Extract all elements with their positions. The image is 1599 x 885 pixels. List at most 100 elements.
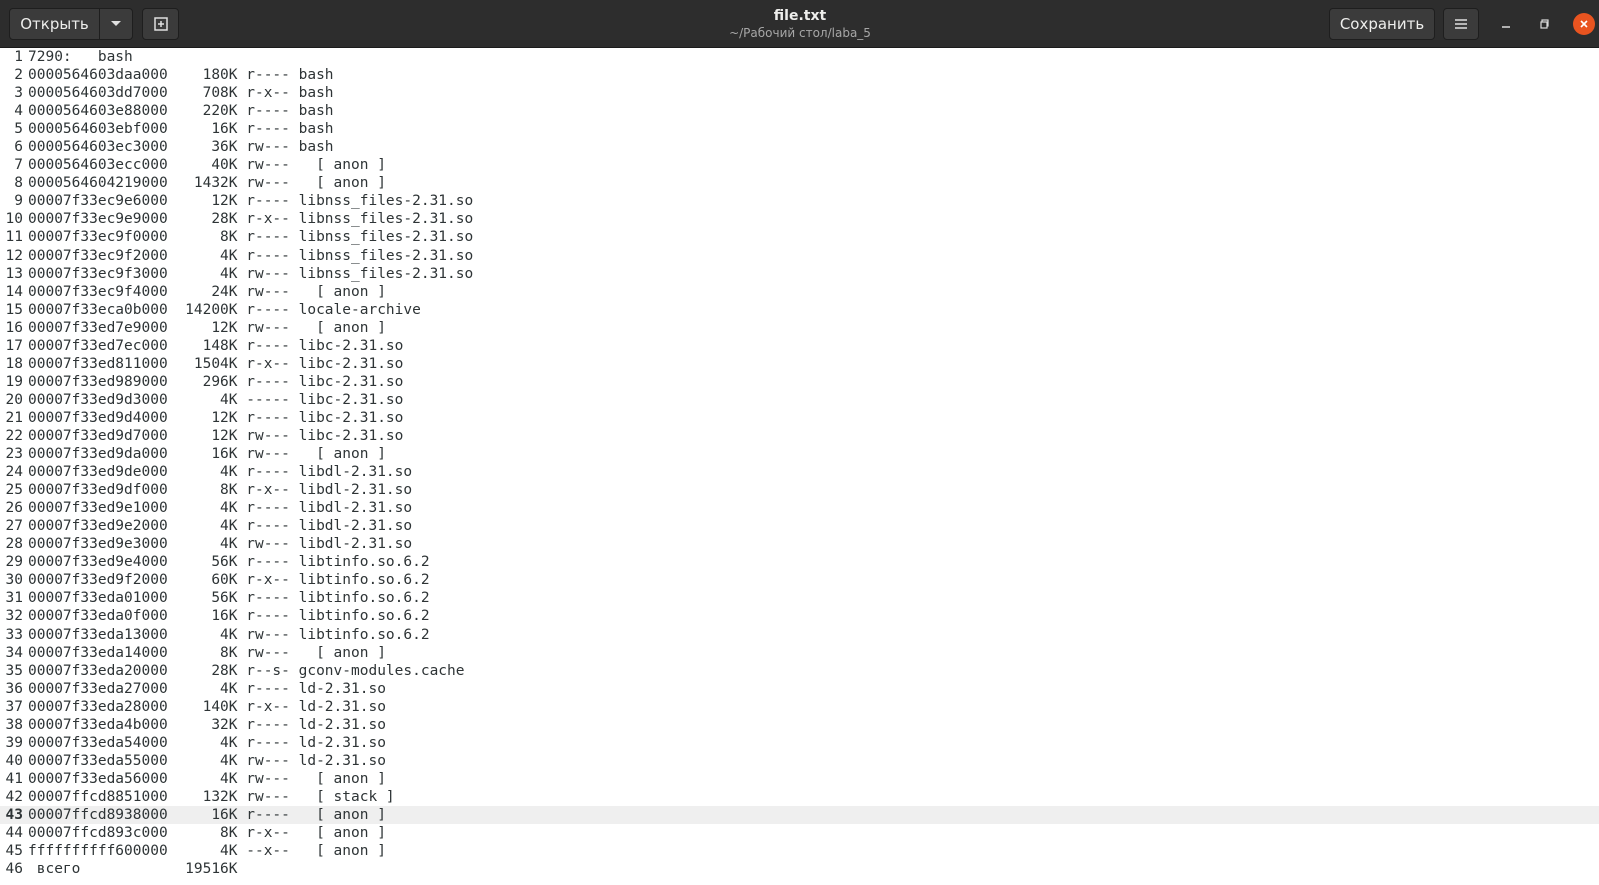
line-number: 24 [5,464,23,481]
line-number: 28 [5,536,23,553]
line-number: 9 [14,193,23,210]
text-line[interactable]: 28 00007f33ed9e3000 4K rw--- libdl-2.31.s… [0,535,1599,553]
line-number: 13 [5,265,23,282]
line-number: 29 [5,554,23,571]
close-icon [1580,20,1588,28]
text-line[interactable]: 35 00007f33eda20000 28K r--s- gconv-modul… [0,662,1599,680]
text-line[interactable]: 26 00007f33ed9e1000 4K r---- libdl-2.31.s… [0,499,1599,517]
text-editor[interactable]: 1 7290: bash 2 0000564603daa000 180K r---- … [0,48,1599,885]
text-line[interactable]: 1 7290: bash [0,48,1599,66]
line-text: 00007f33ed9d7000 12K rw--- libc-2.31.so [28,427,404,444]
line-text: 0000564604219000 1432K rw--- [ anon ] [28,175,386,192]
text-line[interactable]: 3 0000564603dd7000 708K r-x-- bash [0,84,1599,102]
text-line[interactable]: 17 00007f33ed7ec000 148K r---- libc-2.31.… [0,337,1599,355]
text-line[interactable]: 24 00007f33ed9de000 4K r---- libdl-2.31.s… [0,463,1599,481]
line-text: 00007f33eda4b000 32K r---- ld-2.31.so [28,716,386,733]
line-number: 35 [5,662,23,679]
text-line[interactable]: 39 00007f33eda54000 4K r---- ld-2.31.so [0,734,1599,752]
text-line[interactable]: 30 00007f33ed9f2000 60K r-x-- libtinfo.so… [0,571,1599,589]
line-text: 0000564603ecc000 40K rw--- [ anon ] [28,157,386,174]
line-number: 19 [5,373,23,390]
close-button[interactable] [1573,13,1595,35]
text-line[interactable]: 37 00007f33eda28000 140K r-x-- ld-2.31.so [0,698,1599,716]
line-number: 45 [5,843,23,860]
line-text: 00007f33ed9e3000 4K rw--- libdl-2.31.so [28,536,413,553]
text-line[interactable]: 46 всего 19516K [0,860,1599,878]
text-line[interactable]: 7 0000564603ecc000 40K rw--- [ anon ] [0,156,1599,174]
text-line[interactable]: 5 0000564603ebf000 16K r---- bash [0,120,1599,138]
line-number: 25 [5,482,23,499]
document-path: ~/Рабочий стол/laba_5 [729,26,871,40]
text-line[interactable]: 40 00007f33eda55000 4K rw--- ld-2.31.so [0,752,1599,770]
text-line[interactable]: 15 00007f33eca0b000 14200K r---- locale-a… [0,301,1599,319]
line-text: 00007f33ed9d3000 4K ----- libc-2.31.so [28,391,404,408]
current-line[interactable]: 43 00007ffcd8938000 16K r---- [ anon ] [0,805,1599,825]
save-button[interactable]: Сохранить [1329,8,1435,40]
text-line[interactable]: 44 00007ffcd893c000 8K r-x-- [ anon ] [0,824,1599,842]
line-text: 00007f33ed7e9000 12K rw--- [ anon ] [28,319,386,336]
line-text: 00007f33ec9e6000 12K r---- libnss_files-… [28,193,474,210]
line-number: 27 [5,518,23,535]
text-line[interactable]: 12 00007f33ec9f2000 4K r---- libnss_files… [0,247,1599,265]
line-number: 44 [5,825,23,842]
text-line[interactable]: 42 00007ffcd8851000 132K rw--- [ stack ] [0,788,1599,806]
line-text: 00007f33ed7ec000 148K r---- libc-2.31.so [28,337,404,354]
line-text: 00007f33ec9f2000 4K r---- libnss_files-2… [28,247,474,264]
text-line[interactable]: 4 0000564603e88000 220K r---- bash [0,102,1599,120]
text-line[interactable]: 38 00007f33eda4b000 32K r---- ld-2.31.so [0,716,1599,734]
maximize-button[interactable] [1534,13,1556,35]
line-number: 38 [5,716,23,733]
line-number: 16 [5,319,23,336]
text-line[interactable]: 13 00007f33ec9f3000 4K rw--- libnss_files… [0,265,1599,283]
minimize-button[interactable] [1495,13,1517,35]
text-line[interactable]: 31 00007f33eda01000 56K r---- libtinfo.so… [0,589,1599,607]
open-dropdown-button[interactable] [99,8,133,40]
line-number: 14 [5,283,23,300]
text-line[interactable]: 19 00007f33ed989000 296K r---- libc-2.31.… [0,373,1599,391]
text-line[interactable]: 2 0000564603daa000 180K r---- bash [0,66,1599,84]
line-number: 34 [5,644,23,661]
line-number: 23 [5,446,23,463]
line-text: 00007f33ed9f2000 60K r-x-- libtinfo.so.6… [28,572,430,589]
open-button[interactable]: Открыть [9,8,100,40]
text-line[interactable]: 21 00007f33ed9d4000 12K r---- libc-2.31.s… [0,409,1599,427]
line-text: 00007ffcd8938000 16K r---- [ anon ] [28,806,386,823]
new-document-button[interactable] [142,8,179,40]
line-text: всего 19516K [28,861,238,878]
line-number: 6 [14,139,23,156]
text-line[interactable]: 33 00007f33eda13000 4K rw--- libtinfo.so.… [0,626,1599,644]
line-text: 0000564603ec3000 36K rw--- bash [28,139,334,156]
text-line[interactable]: 11 00007f33ec9f0000 8K r---- libnss_files… [0,228,1599,246]
text-line[interactable]: 16 00007f33ed7e9000 12K rw--- [ anon ] [0,319,1599,337]
text-line[interactable]: 25 00007f33ed9df000 8K r-x-- libdl-2.31.s… [0,481,1599,499]
save-button-label: Сохранить [1339,15,1425,33]
text-line[interactable]: 20 00007f33ed9d3000 4K ----- libc-2.31.so [0,391,1599,409]
line-number: 3 [14,85,23,102]
text-line[interactable]: 6 0000564603ec3000 36K rw--- bash [0,138,1599,156]
line-number: 46 [5,861,23,878]
text-line[interactable]: 9 00007f33ec9e6000 12K r---- libnss_files… [0,192,1599,210]
line-text: 00007f33ed9df000 8K r-x-- libdl-2.31.so [28,482,413,499]
text-line[interactable]: 45 ffffffffff600000 4K --x-- [ anon ] [0,842,1599,860]
text-line[interactable]: 36 00007f33eda27000 4K r---- ld-2.31.so [0,680,1599,698]
line-text: 00007f33eda14000 8K rw--- [ anon ] [28,644,386,661]
text-line[interactable]: 8 0000564604219000 1432K rw--- [ anon ] [0,174,1599,192]
text-line[interactable]: 41 00007f33eda56000 4K rw--- [ anon ] [0,770,1599,788]
text-line[interactable]: 10 00007f33ec9e9000 28K r-x-- libnss_file… [0,210,1599,228]
line-number: 2 [14,67,23,84]
text-line[interactable]: 32 00007f33eda0f000 16K r---- libtinfo.so… [0,607,1599,625]
text-line[interactable]: 23 00007f33ed9da000 16K rw--- [ anon ] [0,445,1599,463]
text-line[interactable]: 14 00007f33ec9f4000 24K rw--- [ anon ] [0,283,1599,301]
line-text: 00007f33eda20000 28K r--s- gconv-modules… [28,662,465,679]
text-line[interactable]: 34 00007f33eda14000 8K rw--- [ anon ] [0,644,1599,662]
line-text: 00007f33ed9e2000 4K r---- libdl-2.31.so [28,518,413,535]
line-number: 43 [5,806,23,823]
text-line[interactable]: 29 00007f33ed9e4000 56K r---- libtinfo.so… [0,553,1599,571]
line-number: 15 [5,301,23,318]
text-line[interactable]: 22 00007f33ed9d7000 12K rw--- libc-2.31.s… [0,427,1599,445]
maximize-icon [1540,19,1549,29]
text-line[interactable]: 27 00007f33ed9e2000 4K r---- libdl-2.31.s… [0,517,1599,535]
menu-button[interactable] [1443,8,1479,40]
text-line[interactable]: 18 00007f33ed811000 1504K r-x-- libc-2.31… [0,355,1599,373]
hamburger-menu-icon [1455,19,1467,29]
